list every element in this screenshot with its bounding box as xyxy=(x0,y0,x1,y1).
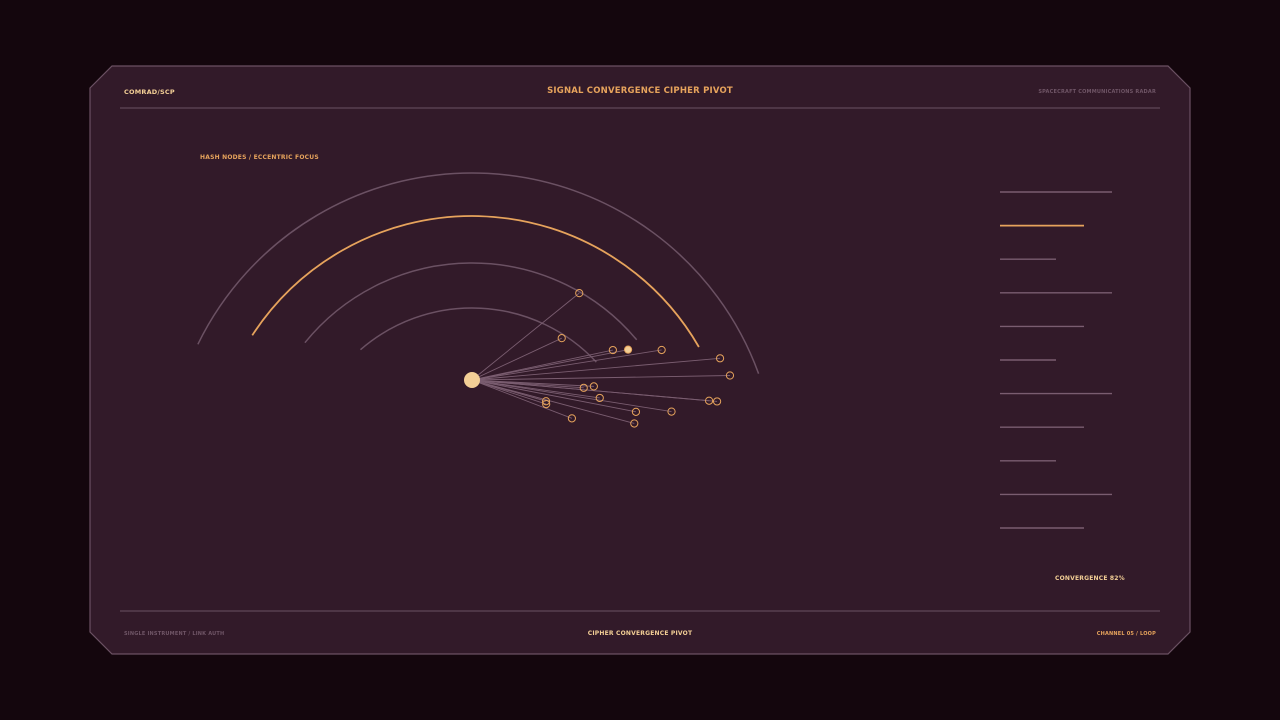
hud-stage: COMRAD/SCP SIGNAL CONVERGENCE CIPHER PIV… xyxy=(0,0,1280,720)
hash-node-active xyxy=(623,345,633,354)
eccentric-focus-point xyxy=(464,372,480,388)
header-subtitle: SPACECRAFT COMMUNICATIONS RADAR xyxy=(1038,89,1156,95)
footer-center-label: CIPHER CONVERGENCE PIVOT xyxy=(587,630,693,637)
hud-panel xyxy=(89,65,1191,655)
convergence-readout: CONVERGENCE 82% xyxy=(1055,575,1125,582)
section-label: HASH NODES / ECCENTRIC FOCUS xyxy=(200,154,319,161)
footer-right-label: CHANNEL 05 / LOOP xyxy=(1096,631,1156,637)
